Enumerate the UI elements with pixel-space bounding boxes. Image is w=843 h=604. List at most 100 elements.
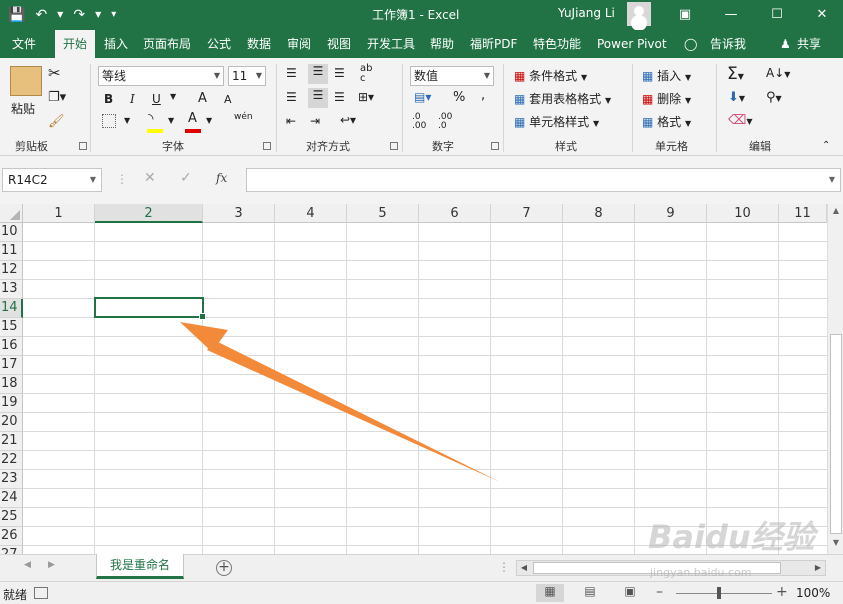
merge-center-icon[interactable]: ⊞▾: [358, 90, 374, 104]
column-header-1[interactable]: 1: [23, 204, 95, 223]
increase-decimal-icon[interactable]: .0.00: [412, 113, 426, 131]
increase-indent-icon[interactable]: ⇥: [310, 114, 320, 128]
ribbon-display-options-icon[interactable]: ▣: [662, 0, 708, 30]
undo-icon[interactable]: ↶: [35, 4, 47, 26]
tell-me-search[interactable]: 告诉我: [710, 30, 746, 58]
tab-split-grip-icon[interactable]: ⋮: [498, 560, 510, 574]
maximize-button[interactable]: ☐: [754, 0, 800, 30]
comma-style-icon[interactable]: ,: [481, 88, 485, 103]
sort-filter-icon[interactable]: A↓▼: [766, 66, 790, 80]
row-header-21[interactable]: 21: [0, 432, 23, 451]
select-all-button[interactable]: [0, 204, 23, 223]
align-top-icon[interactable]: ☰: [286, 66, 297, 80]
redo-icon[interactable]: ↷: [73, 4, 85, 26]
bold-button[interactable]: B: [104, 92, 113, 106]
row-header-15[interactable]: 15: [0, 318, 23, 337]
clear-icon[interactable]: ⌫▼: [728, 113, 753, 128]
grow-font-button[interactable]: A: [198, 91, 207, 106]
clipboard-launcher-icon[interactable]: [79, 142, 87, 150]
paste-icon[interactable]: [10, 66, 42, 96]
row-header-10[interactable]: 10: [0, 223, 23, 242]
zoom-slider[interactable]: [676, 593, 772, 594]
tab-review[interactable]: 审阅: [287, 30, 311, 58]
column-header-3[interactable]: 3: [203, 204, 275, 223]
user-avatar-icon[interactable]: [627, 2, 651, 26]
zoom-in-icon[interactable]: +: [776, 584, 788, 600]
prev-sheet-icon[interactable]: ◀: [24, 560, 31, 570]
tab-foxit-pdf[interactable]: 福昕PDF: [470, 30, 517, 58]
number-launcher-icon[interactable]: [491, 142, 499, 150]
tab-view[interactable]: 视图: [327, 30, 351, 58]
collapse-ribbon-icon[interactable]: ⌃: [822, 140, 830, 151]
row-header-11[interactable]: 11: [0, 242, 23, 261]
tab-home[interactable]: 开始: [55, 30, 96, 58]
minimize-button[interactable]: —: [708, 0, 754, 30]
scroll-down-icon[interactable]: ▼: [828, 538, 843, 552]
macro-record-icon[interactable]: [34, 587, 48, 599]
tab-insert[interactable]: 插入: [104, 30, 128, 58]
zoom-level[interactable]: 100%: [796, 586, 830, 600]
italic-button[interactable]: I: [130, 92, 135, 106]
phonetic-guide-icon[interactable]: wén: [234, 112, 253, 122]
decrease-indent-icon[interactable]: ⇤: [286, 114, 296, 128]
paste-button[interactable]: 粘贴: [11, 100, 35, 117]
redo-dropdown-icon[interactable]: ▼: [95, 4, 101, 26]
user-name[interactable]: YuJiang Li: [558, 6, 615, 20]
border-icon[interactable]: [102, 114, 116, 128]
close-button[interactable]: ✕: [799, 0, 843, 30]
cell-styles-button[interactable]: ▦ 单元格样式 ▼: [514, 113, 599, 130]
font-launcher-icon[interactable]: [263, 142, 271, 150]
conditional-formatting-button[interactable]: ▦ 条件格式 ▼: [514, 67, 587, 84]
row-header-18[interactable]: 18: [0, 375, 23, 394]
align-right-icon[interactable]: ☰: [334, 90, 345, 104]
zoom-out-icon[interactable]: –: [656, 584, 663, 600]
share-button[interactable]: 共享: [797, 30, 821, 58]
row-header-12[interactable]: 12: [0, 261, 23, 280]
scroll-right-icon[interactable]: ▶: [811, 561, 825, 575]
formula-input[interactable]: ▼: [246, 168, 841, 192]
delete-cells-button[interactable]: ▦ 删除 ▼: [642, 90, 691, 107]
row-header-16[interactable]: 16: [0, 337, 23, 356]
cancel-icon[interactable]: ✕: [144, 170, 156, 186]
scroll-up-icon[interactable]: ▲: [828, 206, 843, 220]
row-header-17[interactable]: 17: [0, 356, 23, 375]
active-cell[interactable]: [94, 297, 206, 320]
normal-view-icon[interactable]: ▦: [536, 584, 564, 602]
undo-dropdown-icon[interactable]: ▼: [57, 4, 63, 26]
column-header-2[interactable]: 2: [95, 204, 203, 223]
worksheet-grid[interactable]: 1 2 3 4 5 6 7 8 9 10 11 10 11 12 13 14 15 16 17 18 19 20 21 22…: [0, 204, 827, 554]
enter-icon[interactable]: ✓: [180, 170, 192, 186]
row-header-25[interactable]: 25: [0, 508, 23, 527]
row-header-20[interactable]: 20: [0, 413, 23, 432]
scroll-left-icon[interactable]: ◀: [517, 561, 531, 575]
align-left-icon[interactable]: ☰: [286, 90, 297, 104]
row-header-27[interactable]: 27: [0, 546, 23, 554]
font-color-icon[interactable]: A: [188, 111, 197, 126]
cut-icon[interactable]: ✂: [48, 64, 61, 82]
page-layout-view-icon[interactable]: ▤: [576, 584, 604, 602]
shrink-font-button[interactable]: A: [224, 93, 232, 106]
align-center-icon[interactable]: ☰: [308, 88, 328, 108]
tab-formulas[interactable]: 公式: [207, 30, 231, 58]
row-header-22[interactable]: 22: [0, 451, 23, 470]
add-sheet-icon[interactable]: +: [216, 560, 232, 576]
person-icon[interactable]: ♟: [780, 30, 791, 58]
orientation-icon[interactable]: ab c: [360, 64, 372, 84]
fill-color-icon[interactable]: ◝: [148, 111, 153, 127]
tab-data[interactable]: 数据: [247, 30, 271, 58]
vertical-scroll-thumb[interactable]: [830, 334, 842, 534]
underline-dropdown-icon[interactable]: ▼: [170, 92, 176, 101]
column-header-11[interactable]: 11: [779, 204, 827, 223]
copy-icon[interactable]: ❐▾: [48, 90, 66, 105]
currency-icon[interactable]: ▤▾: [414, 90, 431, 104]
vertical-scrollbar[interactable]: ▲ ▼: [827, 204, 843, 554]
align-bottom-icon[interactable]: ☰: [334, 66, 345, 80]
format-painter-icon[interactable]: 🖌: [48, 114, 65, 129]
row-header-14[interactable]: 14: [0, 299, 23, 318]
sheet-tab[interactable]: 我是重命名: [96, 554, 184, 579]
decrease-decimal-icon[interactable]: .00.0: [438, 113, 452, 131]
column-header-9[interactable]: 9: [635, 204, 707, 223]
tab-developer[interactable]: 开发工具: [367, 30, 415, 58]
tab-special-features[interactable]: 特色功能: [533, 30, 581, 58]
fill-icon[interactable]: ⬇▼: [728, 90, 745, 105]
